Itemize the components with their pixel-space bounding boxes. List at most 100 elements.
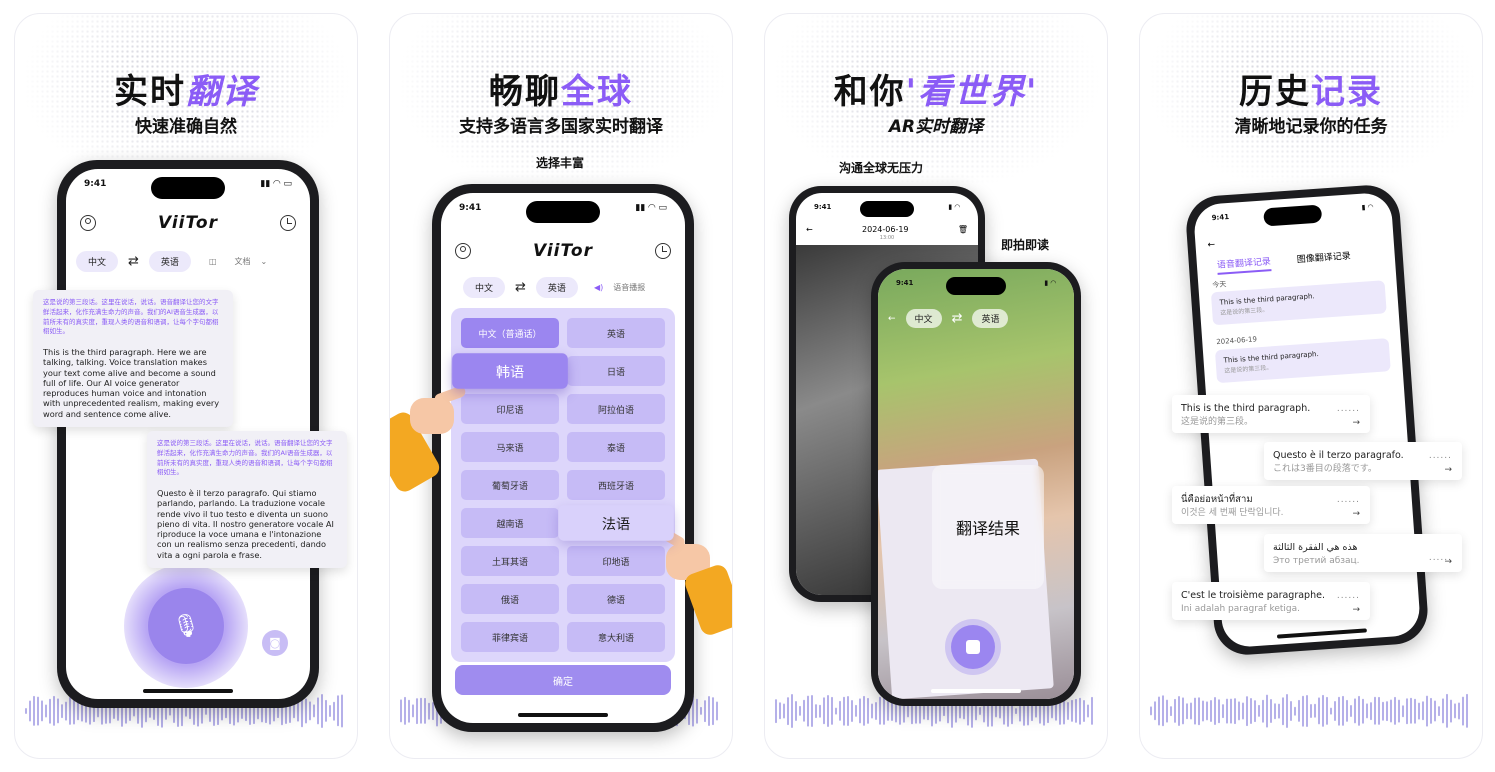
target-language-chip[interactable]: 英语 — [148, 251, 191, 272]
swap-icon[interactable]: ⇄ — [952, 311, 963, 326]
more-icon[interactable]: ...... — [1337, 494, 1360, 508]
language-option[interactable]: 俄语 — [461, 584, 559, 614]
history-row[interactable]: C'est le troisième paragraphe. Ini adala… — [1172, 582, 1370, 620]
profile-icon[interactable] — [455, 243, 471, 259]
swap-icon[interactable]: ⇄ — [515, 280, 526, 295]
photo-date: 2024-06-19 — [862, 225, 909, 234]
more-icon[interactable]: ...... — [1337, 590, 1360, 604]
history-row[interactable]: This is the third paragraph. 这是说的第三段。 ..… — [1172, 395, 1370, 433]
wave-bar — [1438, 705, 1440, 717]
language-grid: 中文（普通话） 英语 韩语 日语 印尼语 阿拉伯语 马来语 泰语 葡萄牙语 西班… — [451, 308, 675, 662]
target-language-chip[interactable]: 英语 — [972, 309, 1009, 328]
wave-bar — [1294, 706, 1296, 716]
history-row[interactable]: นี่คือย่อหน้าที่สาม 이것은 세 번째 단락입니다. ....… — [1172, 486, 1370, 524]
language-option[interactable]: 中文（普通话） — [461, 318, 559, 348]
wave-bar — [1202, 700, 1204, 722]
language-option[interactable]: 德语 — [567, 584, 665, 614]
history-row[interactable]: Questo è il terzo paragrafo. これは3番目の段落です… — [1264, 442, 1462, 480]
language-option[interactable]: 日语 — [567, 356, 665, 386]
wave-bar — [1426, 695, 1428, 727]
tab-image-history[interactable]: 图像翻译记录 — [1296, 249, 1352, 270]
wave-bar — [1346, 700, 1348, 722]
back-icon[interactable]: ← — [888, 314, 896, 324]
back-icon[interactable]: ← — [1207, 240, 1215, 251]
language-option[interactable]: 意大利语 — [567, 622, 665, 652]
arrow-right-icon[interactable]: → — [1352, 417, 1360, 431]
wave-bar — [1454, 703, 1456, 719]
language-option[interactable]: 西班牙语 — [567, 470, 665, 500]
history-icon[interactable] — [279, 215, 296, 231]
source-language-chip[interactable]: 中文 — [76, 251, 119, 272]
more-icon[interactable]: ...... — [1337, 403, 1360, 417]
wave-bar — [879, 697, 881, 725]
language-option[interactable]: 越南语 — [461, 508, 559, 538]
wave-bar — [696, 698, 698, 724]
wave-bar — [712, 696, 714, 726]
wave-bar — [1258, 705, 1260, 717]
microphone-button[interactable]: 🎙 — [148, 588, 224, 664]
stop-button[interactable] — [951, 625, 995, 669]
language-option[interactable]: 英语 — [567, 318, 665, 348]
wave-bar — [1170, 705, 1172, 717]
wave-bar — [1278, 703, 1280, 719]
wave-bar — [29, 700, 31, 722]
wave-bar — [313, 704, 315, 718]
wave-bar — [1270, 698, 1272, 724]
history-icon[interactable] — [654, 243, 671, 259]
language-option[interactable]: 阿拉伯语 — [567, 394, 665, 424]
language-option[interactable]: 泰语 — [567, 432, 665, 462]
history-row[interactable]: هذه هي الفقرة الثالثة Это третий абзац. … — [1264, 534, 1462, 572]
target-language-chip[interactable]: 英语 — [535, 277, 578, 298]
arrow-right-icon[interactable]: → — [1352, 604, 1360, 618]
wave-bar — [863, 696, 865, 726]
language-option[interactable]: 印地语 — [567, 546, 665, 576]
wave-bar — [1194, 697, 1196, 725]
wave-bar — [1091, 697, 1093, 725]
card-title: 历史记录 — [1239, 72, 1383, 112]
wave-bar — [815, 703, 817, 719]
wave-bar — [1067, 701, 1069, 721]
waveform — [1150, 686, 1472, 736]
language-option[interactable]: 韩语 — [452, 353, 568, 389]
arrow-right-icon[interactable]: → — [1444, 556, 1452, 570]
wave-bar — [1234, 697, 1236, 725]
wave-bar — [65, 701, 67, 721]
camera-button[interactable]: ◙ — [262, 630, 288, 656]
mute-icon[interactable]: ◫ — [209, 257, 217, 266]
wave-bar — [803, 700, 805, 722]
card-subtitle: AR实时翻译 — [888, 117, 984, 137]
card-history: 历史记录 清晰地记录你的任务 9:41 ▮ ◠ ← 语音翻译记录 图像翻译记录 今… — [1139, 13, 1483, 759]
card-subtitle: 支持多语言多国家实时翻译 — [459, 117, 663, 137]
wave-bar — [775, 698, 777, 724]
speaker-icon[interactable]: ◀) — [594, 283, 603, 292]
confirm-button[interactable]: 确定 — [455, 665, 671, 695]
history-card[interactable]: This is the third paragraph. 这是说的第三段。 — [1214, 338, 1391, 383]
delete-icon[interactable]: 🗑 — [958, 225, 968, 234]
wave-bar — [791, 694, 793, 728]
chevron-down-icon[interactable]: ⌄ — [261, 257, 268, 266]
back-icon[interactable]: ← — [806, 225, 813, 234]
language-bar: 中文 ⇄ 英语 ◫ 文档 ⌄ — [76, 251, 300, 272]
wave-bar — [1342, 696, 1344, 726]
language-option[interactable]: 菲律宾语 — [461, 622, 559, 652]
source-language-chip[interactable]: 中文 — [463, 277, 506, 298]
more-icon[interactable]: ...... — [1429, 450, 1452, 464]
arrow-right-icon[interactable]: → — [1352, 508, 1360, 522]
status-time: 9:41 — [814, 203, 832, 211]
arrow-right-icon[interactable]: → — [1444, 464, 1452, 478]
wave-bar — [57, 698, 59, 724]
history-tabs: 语音翻译记录 图像翻译记录 — [1216, 246, 1381, 275]
wave-bar — [317, 697, 319, 725]
language-option[interactable]: 土耳其语 — [461, 546, 559, 576]
history-card[interactable]: This is the third paragraph. 这是说的第三段。 — [1210, 280, 1387, 326]
wave-bar — [37, 696, 39, 726]
mode-select[interactable]: 文档 — [235, 256, 251, 267]
tab-voice-history[interactable]: 语音翻译记录 — [1216, 254, 1272, 275]
profile-icon[interactable] — [80, 215, 96, 231]
wave-bar — [1206, 701, 1208, 721]
wave-bar — [855, 705, 857, 717]
language-option[interactable]: 法语 — [558, 505, 674, 541]
wave-bar — [1366, 703, 1368, 719]
source-language-chip[interactable]: 中文 — [905, 309, 942, 328]
swap-icon[interactable]: ⇄ — [128, 254, 139, 269]
